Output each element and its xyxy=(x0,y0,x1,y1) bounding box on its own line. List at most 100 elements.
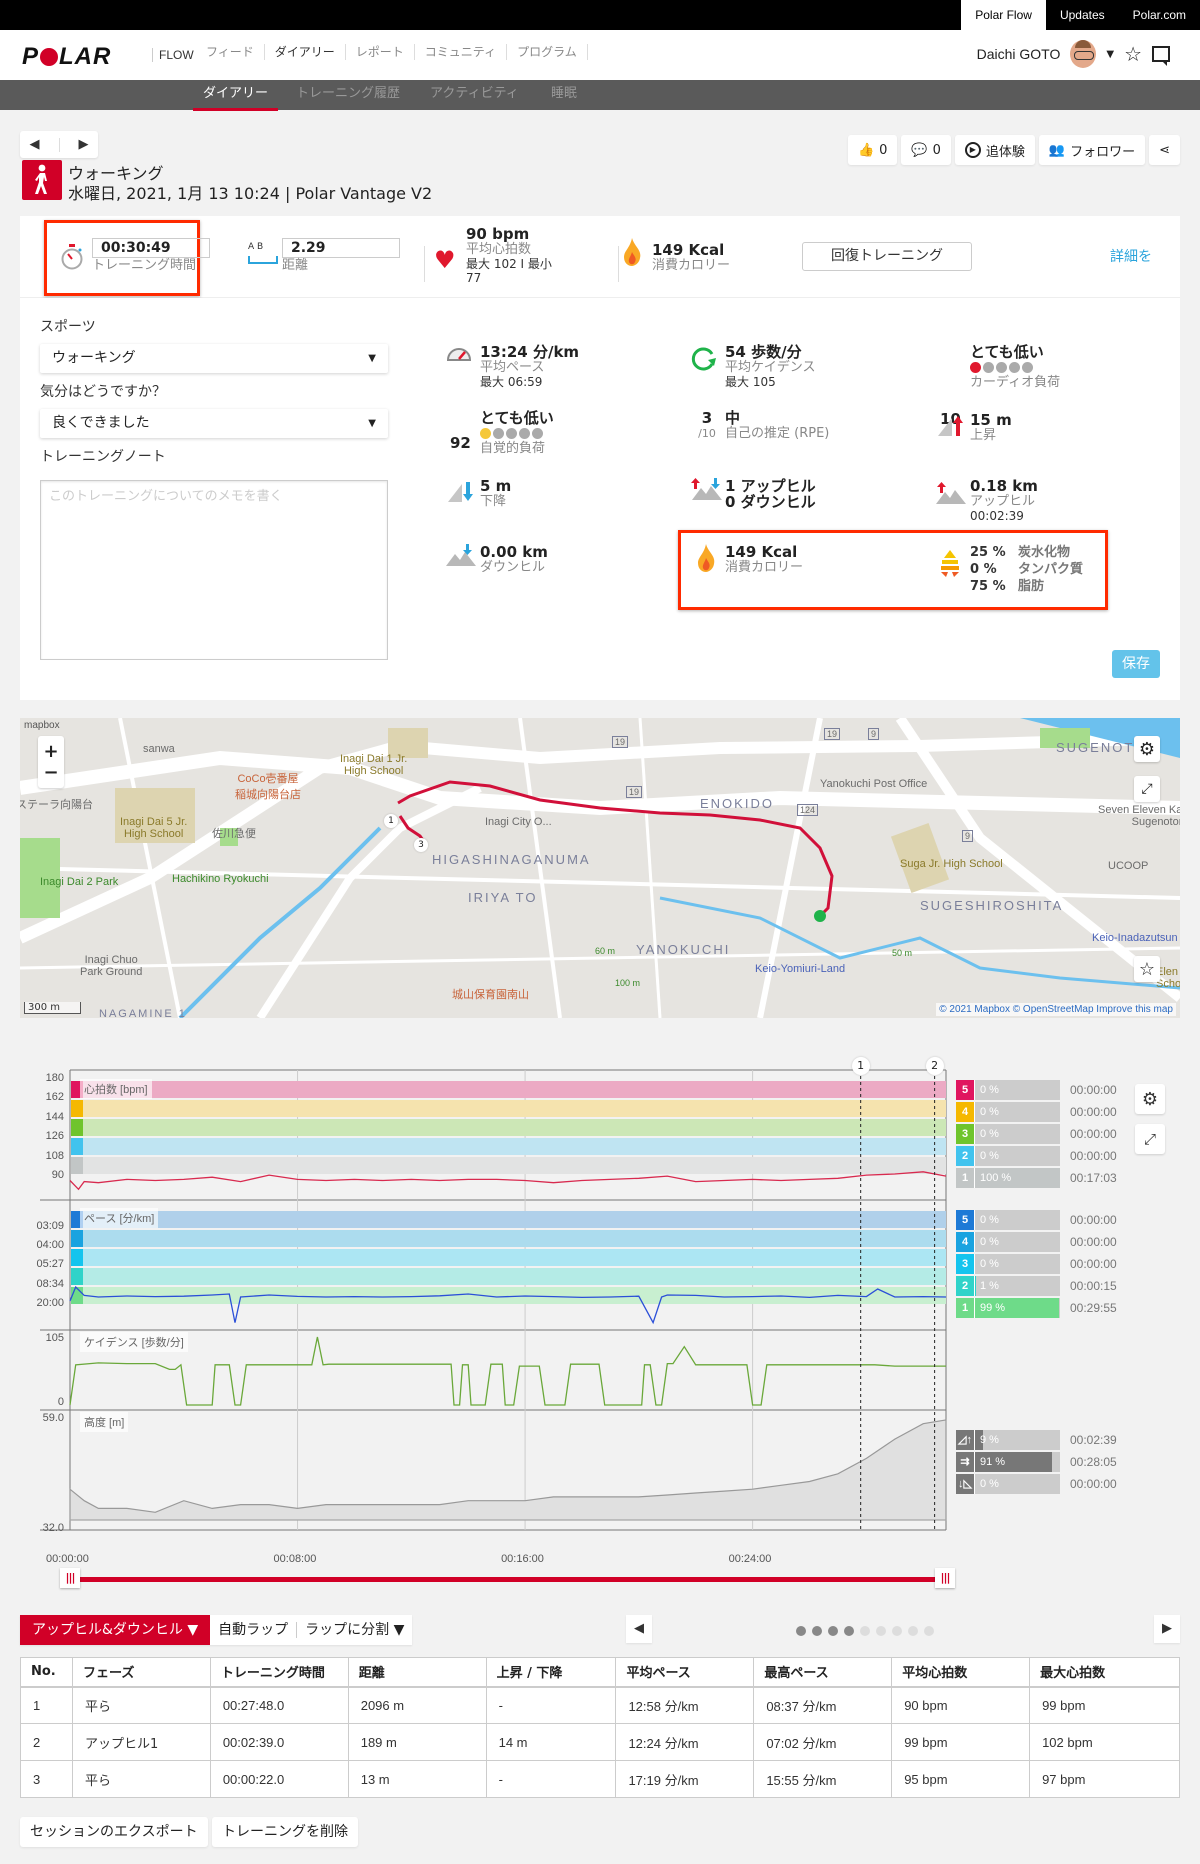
table-cell: - xyxy=(485,1686,617,1724)
subnav-sleep[interactable]: 睡眠 xyxy=(551,80,577,108)
subnav-diary[interactable]: ダイアリー xyxy=(193,80,279,111)
zone-row[interactable]: ↓◺ 0 % xyxy=(956,1474,1060,1494)
chart-lap-marker[interactable]: 2 xyxy=(925,1057,944,1075)
next-session-icon[interactable]: ▶ xyxy=(79,137,89,152)
table-prev-icon[interactable]: ◀ xyxy=(626,1615,652,1643)
map-label: YANOKUCHI xyxy=(636,942,731,957)
column-header[interactable]: 平均心拍数 xyxy=(891,1657,1031,1688)
zone-row[interactable]: 4 0 % xyxy=(956,1102,1060,1122)
chart-fullscreen-icon[interactable]: ⤢ xyxy=(1135,1124,1165,1154)
page-dot[interactable] xyxy=(812,1626,822,1636)
toplink-polar-flow[interactable]: Polar Flow xyxy=(961,0,1046,30)
nav-reports[interactable]: レポート xyxy=(346,44,415,60)
like-button[interactable]: 👍 0 xyxy=(847,135,898,165)
feeling-select[interactable]: 良くできました ▼ xyxy=(40,409,388,438)
polar-logo[interactable]: P LAR xyxy=(22,43,111,71)
map-lap-marker[interactable]: 1 xyxy=(384,814,398,828)
prev-session-icon[interactable]: ◀ xyxy=(30,137,40,152)
zone-row[interactable]: 2 0 % xyxy=(956,1146,1060,1166)
calories-label: 消費カロリー xyxy=(652,258,731,273)
nav-community[interactable]: コミュニティ xyxy=(415,44,508,60)
auto-lap-button[interactable]: 自動ラップ xyxy=(210,1615,296,1645)
table-row[interactable]: 2 アップヒル1 00:02:39.0 189 m 14 m 12:24 分/km 07:0… xyxy=(20,1723,1180,1761)
table-row[interactable]: 1 平ら 00:27:48.0 2096 m -12:58 分/km 08:37 分/km… xyxy=(20,1686,1180,1724)
zone-time: 00:00:15 xyxy=(1070,1279,1117,1293)
uphill-icon: ◿↑ xyxy=(956,1430,974,1450)
column-header[interactable]: No. xyxy=(20,1657,73,1688)
avatar[interactable] xyxy=(1070,40,1097,68)
route-map[interactable]: + − mapbox sanwa Inagi Dai 5 Jr. High Sc… xyxy=(20,718,1180,1018)
nav-diary[interactable]: ダイアリー xyxy=(264,44,346,83)
chart-settings-gear-icon[interactable]: ⚙ xyxy=(1135,1084,1165,1114)
sport-select[interactable]: ウォーキング ▼ xyxy=(40,344,388,373)
zone-row[interactable]: 1 100 % xyxy=(956,1168,1060,1188)
split-laps-dropdown[interactable]: ラップに分割 ▼ xyxy=(297,1615,412,1645)
subnav-training-history[interactable]: トレーニング履歴 xyxy=(296,80,400,108)
map-lap-marker[interactable]: 3 xyxy=(414,838,428,852)
column-header[interactable]: 上昇 / 下降 xyxy=(485,1657,617,1688)
zone-row[interactable]: ◿↑ 9 % xyxy=(956,1430,1060,1450)
page-dot[interactable] xyxy=(876,1626,886,1636)
column-header[interactable]: 距離 xyxy=(347,1657,487,1688)
page-dot[interactable] xyxy=(892,1626,902,1636)
mapbox-logo[interactable]: mapbox xyxy=(24,720,60,731)
comment-button[interactable]: 💬 0 xyxy=(901,135,951,165)
cadence-icon xyxy=(690,346,716,376)
nav-feed[interactable]: フィード xyxy=(196,44,265,60)
zone-row[interactable]: 3 0 % xyxy=(956,1254,1060,1274)
details-link[interactable]: 詳細を xyxy=(1110,246,1152,266)
page-dot[interactable] xyxy=(828,1626,838,1636)
chart-lap-marker[interactable]: 1 xyxy=(851,1057,870,1075)
share-button[interactable]: ⋖ xyxy=(1149,135,1180,165)
zoom-in-icon[interactable]: + xyxy=(43,741,58,762)
zone-row[interactable]: 4 0 % xyxy=(956,1232,1060,1252)
toplink-updates[interactable]: Updates xyxy=(1046,0,1119,30)
column-header[interactable]: 最高ペース xyxy=(753,1657,893,1688)
y-tick-label: 04:00 xyxy=(36,1239,64,1252)
map-fullscreen-icon[interactable]: ⤢ xyxy=(1134,776,1160,802)
column-header[interactable]: 平均ペース xyxy=(615,1657,755,1688)
map-settings-gear-icon[interactable]: ⚙ xyxy=(1134,736,1160,762)
table-row[interactable]: 3 平ら 00:00:22.0 13 m -17:19 分/km 15:55 分/km 95… xyxy=(20,1760,1180,1798)
toplink-polar-com[interactable]: Polar.com xyxy=(1119,0,1200,30)
range-end-handle[interactable]: ||| xyxy=(935,1568,955,1588)
messages-icon[interactable] xyxy=(1152,46,1170,66)
zone-row[interactable]: 2 1 % xyxy=(956,1276,1060,1296)
user-menu-caret-icon[interactable]: ▼ xyxy=(1106,49,1114,60)
map-label: ENOKIDO xyxy=(700,796,774,811)
range-start-handle[interactable]: ||| xyxy=(60,1568,80,1588)
training-note-input[interactable]: このトレーニングについてのメモを書く xyxy=(40,480,388,660)
page-dot[interactable] xyxy=(796,1626,806,1636)
range-slider-track[interactable] xyxy=(62,1577,952,1582)
zone-row[interactable]: 3 0 % xyxy=(956,1124,1060,1144)
column-header[interactable]: フェーズ xyxy=(71,1657,211,1688)
duration-field[interactable]: 00:30:49 xyxy=(92,238,210,258)
column-header[interactable]: 最大心拍数 xyxy=(1029,1657,1180,1688)
lap-mode-dropdown[interactable]: アップヒル&ダウンヒル ▼ xyxy=(20,1615,211,1645)
zone-row[interactable]: 5 0 % xyxy=(956,1210,1060,1230)
zone-row[interactable]: 5 0 % xyxy=(956,1080,1060,1100)
subnav-activity[interactable]: アクティビティ xyxy=(430,80,519,108)
table-next-icon[interactable]: ▶ xyxy=(1154,1615,1180,1643)
page-dot[interactable] xyxy=(844,1626,854,1636)
distance-field[interactable]: 2.29 xyxy=(282,238,400,258)
favorites-star-icon[interactable]: ☆ xyxy=(1124,42,1142,66)
page-dot[interactable] xyxy=(908,1626,918,1636)
map-favorite-star-icon[interactable]: ☆ xyxy=(1134,956,1160,982)
training-benefit-button[interactable]: 回復トレーニング xyxy=(802,242,972,271)
save-button[interactable]: 保存 xyxy=(1112,650,1160,678)
export-session-button[interactable]: セッションのエクスポート xyxy=(20,1817,208,1847)
relive-button[interactable]: ▶ 追体験 xyxy=(954,135,1035,165)
zoom-out-icon[interactable]: − xyxy=(43,762,58,783)
map-attribution[interactable]: © 2021 Mapbox © OpenStreetMap Improve th… xyxy=(936,1003,1176,1016)
zone-number: 4 xyxy=(956,1232,974,1252)
delete-training-button[interactable]: トレーニングを削除 xyxy=(212,1817,358,1847)
followers-button[interactable]: 👥 フォロワー xyxy=(1038,135,1146,165)
column-header[interactable]: トレーニング時間 xyxy=(209,1657,349,1688)
zone-row[interactable]: 1 99 % xyxy=(956,1298,1060,1318)
nav-programs[interactable]: プログラム xyxy=(507,44,588,60)
user-name[interactable]: Daichi GOTO xyxy=(977,46,1061,62)
page-dot[interactable] xyxy=(924,1626,934,1636)
zone-row[interactable]: ⇉ 91 % xyxy=(956,1452,1060,1472)
page-dot[interactable] xyxy=(860,1626,870,1636)
